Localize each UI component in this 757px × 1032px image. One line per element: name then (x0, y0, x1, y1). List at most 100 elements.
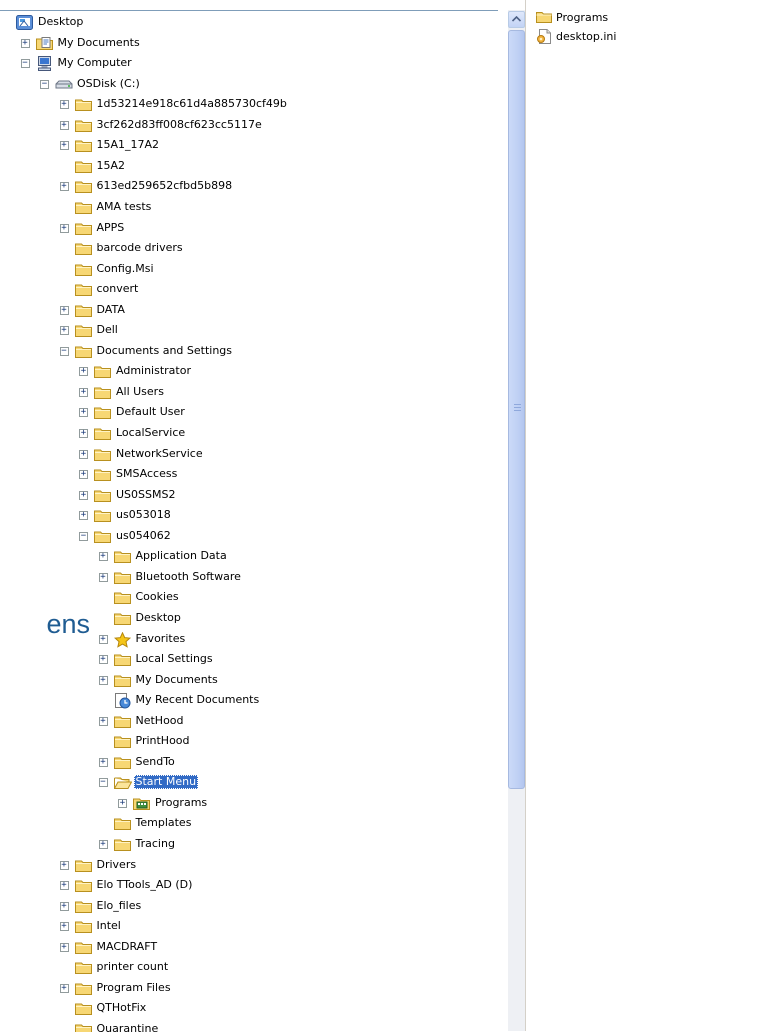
scroll-up-button[interactable] (508, 11, 525, 28)
folder-icon (74, 159, 93, 174)
ini-file-icon (536, 29, 554, 44)
expand-plus-icon[interactable]: + (79, 511, 88, 520)
tree-item-elo-files[interactable]: + Elo_files (0, 896, 498, 916)
tree-item-ama-tests[interactable]: AMA tests (0, 197, 498, 217)
expand-plus-icon[interactable]: + (59, 902, 69, 911)
tree-item-printer-count[interactable]: printer count (0, 957, 498, 977)
expand-plus-icon[interactable]: + (59, 306, 69, 315)
tree-item-dell[interactable]: + Dell (0, 320, 498, 340)
tree-item-my-recent-documents[interactable]: My Recent Documents (0, 690, 498, 710)
tree-item-networkservice[interactable]: + NetworkService (0, 444, 498, 464)
tree-item-3cf262d83ff008cf623cc5117e[interactable]: +3cf262d83ff008cf623cc5117e (0, 115, 498, 135)
expand-plus-icon[interactable]: + (59, 182, 69, 191)
tree-item-elo-ttools-ad-d[interactable]: + Elo TTools_AD (D) (0, 875, 498, 895)
expand-plus-icon[interactable]: + (59, 943, 69, 952)
tree-item-intel[interactable]: + Intel (0, 916, 498, 936)
tree-item-barcode-drivers[interactable]: barcode drivers (0, 238, 498, 258)
content-item-label: Programs (556, 11, 609, 24)
expand-plus-icon[interactable]: + (59, 326, 69, 335)
tree-item-documents-and-settings[interactable]: − Documents and Settings (0, 341, 498, 361)
tree-item-my-computer[interactable]: − My Computer (0, 53, 498, 73)
tree-item-sendto[interactable]: + SendTo (0, 752, 498, 772)
tree-item-nethood[interactable]: + NetHood (0, 711, 498, 731)
tree-item-quarantine[interactable]: Quarantine (0, 1019, 498, 1032)
expand-plus-icon[interactable]: + (20, 39, 30, 48)
tree-item-us053018[interactable]: + us053018 (0, 505, 498, 525)
scroll-thumb[interactable] (508, 30, 525, 789)
expand-plus-icon[interactable]: + (59, 861, 69, 870)
tree-item-application-data[interactable]: + Application Data (0, 546, 498, 566)
tree-item-printhood[interactable]: PrintHood (0, 731, 498, 751)
expand-plus-icon[interactable]: + (98, 552, 108, 561)
expand-plus-icon[interactable]: + (59, 224, 69, 233)
tree-item-qthotfix[interactable]: QTHotFix (0, 998, 498, 1018)
expand-plus-icon[interactable]: + (79, 450, 88, 459)
collapse-minus-icon[interactable]: − (79, 532, 88, 541)
tree-item-drivers[interactable]: + Drivers (0, 855, 498, 875)
expand-plus-icon[interactable]: + (98, 635, 108, 644)
tree-item-my-documents[interactable]: + My Documents (0, 33, 498, 53)
expand-plus-icon[interactable]: + (59, 121, 69, 130)
expand-plus-icon[interactable]: + (98, 758, 108, 767)
expand-plus-icon[interactable]: + (79, 470, 88, 479)
tree-item-cookies[interactable]: Cookies (0, 587, 498, 607)
expand-plus-icon[interactable]: + (59, 141, 69, 150)
folder-icon (536, 10, 554, 25)
tree-item-templates[interactable]: Templates (0, 813, 498, 833)
tree-item-local-settings[interactable]: + Local Settings (0, 649, 498, 669)
tree-item-613ed259652cfbd5b898[interactable]: +613ed259652cfbd5b898 (0, 176, 498, 196)
tree-item-tracing[interactable]: + Tracing (0, 834, 498, 854)
expand-plus-icon[interactable]: + (59, 881, 69, 890)
tree-item-apps[interactable]: + APPS (0, 218, 498, 238)
expand-plus-icon[interactable]: + (98, 676, 108, 685)
expand-plus-icon[interactable]: + (98, 840, 108, 849)
expand-plus-icon[interactable]: + (98, 655, 108, 664)
tree-item-all-users[interactable]: + All Users (0, 382, 498, 402)
content-item-desktop-ini[interactable]: desktop.ini (536, 28, 746, 46)
tree-item-my-documents[interactable]: + My Documents (0, 670, 498, 690)
expand-plus-icon[interactable]: + (98, 573, 108, 582)
collapse-minus-icon[interactable]: − (40, 80, 49, 89)
tree-item-label: Documents and Settings (96, 344, 233, 357)
expand-plus-icon[interactable]: + (98, 717, 108, 726)
expand-plus-icon[interactable]: + (79, 408, 88, 417)
tree-item-osdisk-c[interactable]: − OSDisk (C:) (0, 74, 498, 94)
tree-item-15a2[interactable]: 15A2 (0, 156, 498, 176)
collapse-minus-icon[interactable]: − (98, 778, 108, 787)
collapse-minus-icon[interactable]: − (20, 59, 30, 68)
recent-documents-icon (114, 693, 132, 709)
tree-item-1d53214e918c61d4a885730cf49b[interactable]: +1d53214e918c61d4a885730cf49b (0, 94, 498, 114)
tree-item-label: 15A2 (96, 159, 126, 172)
tree-item-default-user[interactable]: + Default User (0, 402, 498, 422)
tree-item-start-menu[interactable]: − Start Menu (0, 772, 498, 792)
folder-icon (113, 590, 132, 605)
tree-item-label: Default User (116, 405, 185, 418)
tree-item-bluetooth-software[interactable]: + Bluetooth Software (0, 567, 498, 587)
tree-item-desktop[interactable]: Desktop (0, 12, 498, 32)
expand-plus-icon[interactable]: + (79, 388, 88, 397)
collapse-minus-icon[interactable]: − (59, 347, 69, 356)
tree-item-data[interactable]: + DATA (0, 300, 498, 320)
content-item-programs[interactable]: Programs (536, 9, 746, 27)
expand-plus-icon[interactable]: + (59, 100, 69, 109)
tree-item-convert[interactable]: convert (0, 279, 498, 299)
tree-item-us054062[interactable]: − us054062 (0, 526, 498, 546)
expand-plus-icon[interactable]: + (79, 491, 88, 500)
expand-plus-icon[interactable]: + (79, 429, 88, 438)
expand-plus-icon[interactable]: + (59, 984, 69, 993)
tree-item-programs[interactable]: + Programs (0, 793, 498, 813)
tree-item-us0ssms2[interactable]: + US0SSMS2 (0, 485, 498, 505)
tree-item-macdraft[interactable]: + MACDRAFT (0, 937, 498, 957)
tree-item-15a1-17a2[interactable]: +15A1_17A2 (0, 135, 498, 155)
tree-item-program-files[interactable]: + Program Files (0, 978, 498, 998)
tree-item-smsaccess[interactable]: + SMSAccess (0, 464, 498, 484)
expand-plus-icon[interactable]: + (59, 922, 69, 931)
expand-plus-icon[interactable]: + (118, 799, 127, 808)
tree-item-localservice[interactable]: + LocalService (0, 423, 498, 443)
expand-plus-icon[interactable]: + (79, 367, 88, 376)
tree-vertical-scrollbar[interactable] (508, 10, 525, 1031)
folder-tree-pane[interactable]: Desktop + My Documents − My Computer − OSDisk … (0, 10, 498, 1032)
tree-item-administrator[interactable]: + Administrator (0, 361, 498, 381)
tree-item-label: My Documents (135, 673, 218, 686)
tree-item-config-msi[interactable]: Config.Msi (0, 259, 498, 279)
